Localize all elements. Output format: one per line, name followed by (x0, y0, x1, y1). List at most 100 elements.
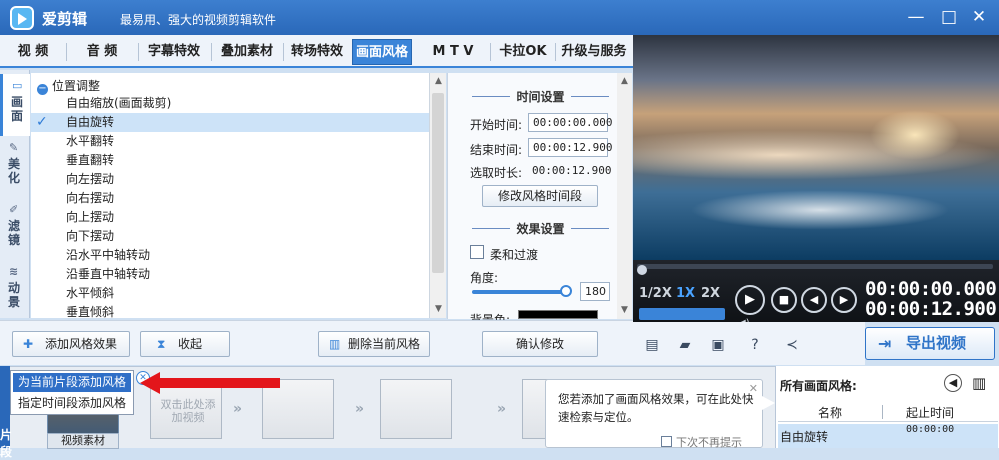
export-video-button[interactable]: ⇥ 导出视频 (865, 327, 995, 360)
sidebar-tab-beautify[interactable]: ✎ 美化 (0, 136, 30, 198)
sidebar-tab-filter[interactable]: ✐ 滤镜 (0, 198, 30, 260)
sidebar-tab-motion[interactable]: ≋ 动景 (0, 260, 30, 322)
effect-item[interactable]: 沿水平中轴转动 (31, 246, 429, 265)
speed-half-button[interactable]: 1/2X (639, 286, 672, 301)
effect-item[interactable]: 自由缩放(画面裁剪) (31, 94, 429, 113)
minimize-button[interactable]: — (903, 5, 929, 29)
checkmark-icon: ✓ (36, 114, 48, 130)
angle-slider[interactable] (472, 290, 567, 294)
collapse-icon: ⧗ (157, 337, 166, 351)
end-time-label: 结束时间: (470, 143, 523, 157)
scroll-down-icon[interactable]: ▼ (430, 301, 447, 318)
collapse-button[interactable]: ⧗ 收起 (140, 331, 230, 357)
help-icon[interactable]: ? (746, 336, 764, 354)
add-style-effect-label: 添加风格效果 (44, 337, 117, 351)
style-row-name: 自由旋转 (780, 430, 829, 444)
next-frame-button[interactable]: ▶ (831, 287, 857, 313)
save-icon[interactable]: ▣ (709, 336, 727, 354)
effect-item[interactable]: 向左摆动 (31, 170, 429, 189)
scroll-up-icon[interactable]: ▲ (430, 73, 447, 90)
effect-group-header[interactable]: − 位置调整 (37, 77, 100, 95)
tab-mtv[interactable]: M T V (418, 39, 488, 65)
effect-item[interactable]: 水平倾斜 (31, 284, 429, 303)
tip-popup: 您若添加了画面风格效果，可在此处快速检索与定位。 ✕ 下次不再提示 (545, 379, 763, 449)
player-controls: 1/2X 1X 2X ▶ ■ ◀ ▶ 00:00:00.000 00:00:12… (633, 260, 999, 329)
confirm-edit-button[interactable]: 确认修改 (482, 331, 598, 357)
video-clip-label: 视频素材 (47, 433, 119, 449)
delete-style-button[interactable]: ▥ 删除当前风格 (318, 331, 430, 357)
app-slogan: 最易用、强大的视频剪辑软件 (120, 13, 277, 27)
tab-upgrade[interactable]: 升级与服务 (558, 39, 630, 65)
speed-1x-button[interactable]: 1X (676, 286, 695, 301)
tab-transitions[interactable]: 转场特效 (285, 39, 349, 65)
effect-group-label: 位置调整 (52, 79, 101, 93)
locate-icon[interactable]: ◀ (944, 374, 962, 392)
scroll-down-icon[interactable]: ▼ (617, 302, 632, 319)
open-folder-icon[interactable]: ▰ (676, 336, 694, 354)
menu-item-add-to-clip[interactable]: 为当前片段添加风格 (13, 373, 131, 392)
export-icon: ⇥ (878, 334, 892, 353)
scroll-up-icon[interactable]: ▲ (617, 73, 632, 90)
angle-slider-knob[interactable] (560, 285, 572, 297)
smooth-transition-checkbox[interactable] (470, 245, 484, 259)
progress-knob[interactable] (637, 265, 647, 275)
effect-item[interactable]: 向上摆动 (31, 208, 429, 227)
no-show-checkbox[interactable] (661, 436, 672, 447)
close-button[interactable]: ✕ (966, 5, 992, 29)
effect-item[interactable]: 水平翻转 (31, 132, 429, 151)
play-button[interactable]: ▶ (735, 285, 765, 315)
maximize-button[interactable]: □ (936, 5, 962, 29)
all-styles-panel: 所有画面风格: ◀ ▥ 名称 起止时间 自由旋转 00:00:00 (775, 366, 999, 448)
picture-icon: ▭ (12, 79, 23, 92)
add-style-effect-button[interactable]: ✚ 添加风格效果 (12, 331, 130, 357)
end-time-field[interactable]: 00:00:12.900 (528, 138, 612, 157)
track-label-strip: 片段 (0, 366, 12, 459)
export-label: 导出视频 (906, 334, 967, 352)
effect-item[interactable]: 垂直倾斜 (31, 303, 429, 318)
empty-clip-slot[interactable] (380, 379, 452, 439)
tip-close-icon[interactable]: ✕ (749, 382, 758, 395)
duration-value: 00:00:12.900 (532, 164, 612, 177)
start-time-field[interactable]: 00:00:00.000 (528, 113, 612, 132)
trash-icon: ▥ (329, 337, 341, 351)
speed-2x-button[interactable]: 2X (701, 286, 720, 301)
track-label: 片段 (0, 428, 13, 459)
settings-scrollbar[interactable]: ▲ ▼ (617, 73, 632, 319)
sidebar-label: 画面 (11, 95, 24, 123)
duration-label: 选取时长: (470, 166, 523, 180)
delete-style-label: 删除当前风格 (347, 337, 420, 351)
effect-list: − 位置调整 自由缩放(画面裁剪) ✓ 自由旋转 水平翻转 垂直翻转 向左摆动 向右… (31, 73, 429, 318)
effect-item[interactable]: 向右摆动 (31, 189, 429, 208)
angle-value-field[interactable]: 180 (580, 282, 610, 301)
tab-overlay[interactable]: 叠加素材 (214, 39, 280, 65)
playback-progress-bar[interactable] (637, 264, 993, 275)
bg-color-swatch[interactable] (518, 310, 598, 319)
current-time: 00:00:00.000 (865, 278, 997, 300)
tab-picture-style[interactable]: 画面风格 (352, 39, 412, 65)
tab-video[interactable]: 视 频 (4, 39, 62, 65)
edit-style-time-button[interactable]: 修改风格时间段 (482, 185, 598, 207)
sidebar-label: 滤镜 (8, 219, 21, 247)
sidebar-tab-picture[interactable]: ▭ 画面 (0, 74, 30, 136)
effect-list-scrollbar[interactable]: ▲ ▼ (429, 73, 446, 318)
share-icon[interactable]: ≺ (783, 336, 801, 354)
new-project-icon[interactable]: ▤ (643, 336, 661, 354)
menu-item-add-to-timespan[interactable]: 指定时间段添加风格 (13, 394, 131, 413)
frame-step-bar[interactable] (639, 308, 725, 320)
effect-item[interactable]: 垂直翻转 (31, 151, 429, 170)
effect-item[interactable]: 向下摆动 (31, 227, 429, 246)
app-logo-icon (10, 6, 34, 30)
style-table-row[interactable]: 自由旋转 00:00:00 (778, 424, 998, 448)
trash-icon[interactable]: ▥ (972, 374, 986, 392)
red-arrow-icon (140, 372, 280, 394)
sidebar-label: 美化 (8, 157, 21, 185)
effect-item-selected[interactable]: ✓ 自由旋转 (31, 113, 429, 132)
column-name: 名称 (818, 406, 843, 420)
scroll-thumb[interactable] (432, 93, 444, 273)
tab-subtitle-effects[interactable]: 字幕特效 (141, 39, 207, 65)
effect-item[interactable]: 沿垂直中轴转动 (31, 265, 429, 284)
prev-frame-button[interactable]: ◀ (801, 287, 827, 313)
tab-karaoke[interactable]: 卡拉OK (494, 39, 552, 65)
stop-button[interactable]: ■ (771, 287, 797, 313)
tab-audio[interactable]: 音 频 (70, 39, 134, 65)
